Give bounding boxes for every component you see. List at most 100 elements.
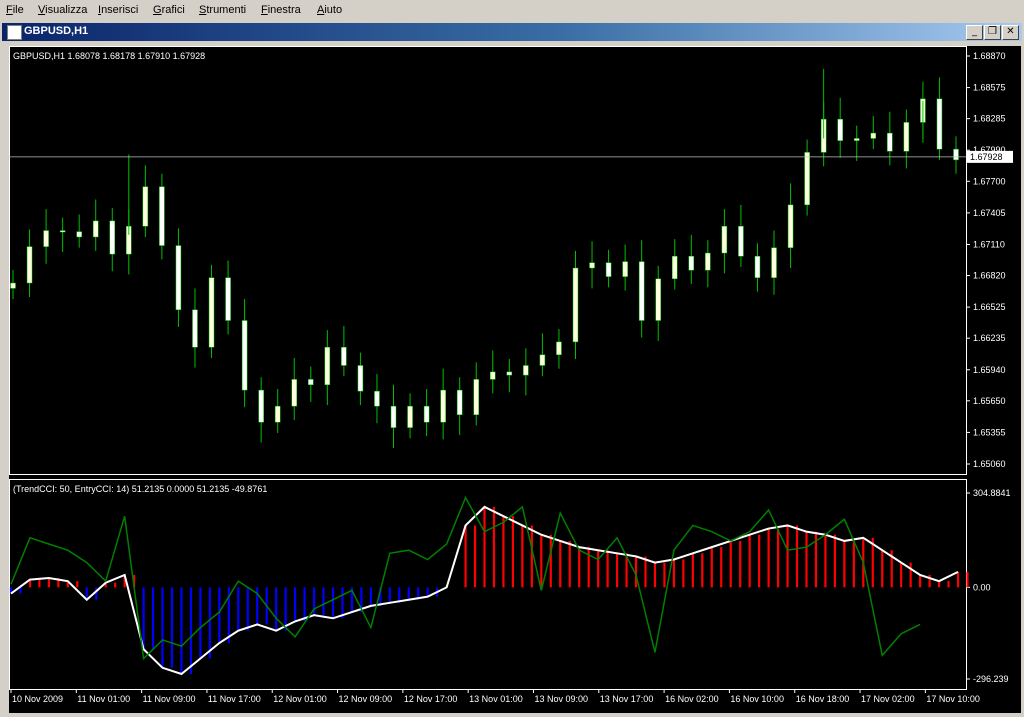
menu-label-rest: trumenti <box>206 4 247 16</box>
candle-body <box>936 98 943 150</box>
candle-body <box>688 256 695 271</box>
indicator-axis-label: -296.239 <box>973 674 1009 684</box>
menu-aiuto[interactable]: Aiuto <box>317 4 342 16</box>
candle-body <box>589 262 595 269</box>
candle-body <box>159 186 165 246</box>
candle-body <box>754 256 761 278</box>
candle-body <box>572 267 579 343</box>
candle-body <box>225 277 231 321</box>
time-axis-label: 12 Nov 17:00 <box>404 694 458 704</box>
menu-label-rest: isualizza <box>45 4 88 16</box>
candle-body <box>341 347 347 366</box>
price-axis-label: 1.66820 <box>973 271 1006 281</box>
menu-label-rest: ile <box>12 4 24 16</box>
candle-body <box>738 226 744 257</box>
candle-body <box>490 371 496 380</box>
candle-body <box>506 371 513 376</box>
candle-body <box>76 231 82 238</box>
candle-body <box>26 246 33 284</box>
candle-body <box>787 204 794 248</box>
bid-price-label: 1.67928 <box>970 152 1003 162</box>
menu-inserisci[interactable]: Inserisci <box>98 4 138 16</box>
price-axis-label: 1.66525 <box>973 302 1006 312</box>
chart-window-title: GBPUSD,H1 <box>24 25 89 37</box>
candle-body <box>10 282 16 289</box>
candle-body <box>622 261 628 277</box>
price-header: GBPUSD,H1 1.68078 1.68178 1.67910 1.6792… <box>13 51 205 61</box>
candle-body <box>440 389 446 423</box>
restore-button[interactable]: ❐ <box>984 25 1001 40</box>
candle-body <box>175 245 182 311</box>
candle-body <box>291 379 297 407</box>
time-axis-label: 11 Nov 17:00 <box>208 694 261 704</box>
time-axis-label: 16 Nov 02:00 <box>665 694 719 704</box>
time-axis-label: 10 Nov 2009 <box>12 694 63 704</box>
indicator-axis-label: 304.8841 <box>973 488 1011 498</box>
candle-body <box>837 118 843 141</box>
candle-body <box>423 405 430 423</box>
candle-body <box>473 379 479 415</box>
chart-area[interactable]: 1.68870 1.68575 1.68285 1.67990 1.67700 1.674… <box>9 46 1021 713</box>
menu-accelerator: G <box>153 4 162 16</box>
menu-label-rest: rafici <box>161 4 185 16</box>
candle-body <box>771 247 777 278</box>
candle-body <box>274 405 281 423</box>
candle-body <box>258 389 264 423</box>
candle-body <box>605 262 612 277</box>
time-axis-label: 16 Nov 10:00 <box>730 694 784 704</box>
price-axis-label: 1.68870 <box>973 51 1006 61</box>
time-axis-label: 11 Nov 01:00 <box>77 694 130 704</box>
menu-strumenti[interactable]: Strumenti <box>199 4 246 16</box>
main-panel-frame <box>9 46 967 475</box>
candle-body <box>887 132 893 152</box>
menu-bar: File Visualizza Inserisci Grafici Strumenti F… <box>0 0 1024 21</box>
candle-body <box>407 405 413 428</box>
chart-window-titlebar[interactable]: GBPUSD,H1 _ ❐ ✕ <box>2 23 1022 41</box>
candle-body <box>556 341 562 356</box>
minimize-button[interactable]: _ <box>966 25 983 40</box>
chart-svg[interactable]: 1.688701.685751.682851.679901.677001.674… <box>9 46 1021 713</box>
price-axis-label: 1.67405 <box>973 208 1006 218</box>
candle-body <box>804 152 810 206</box>
candle-body <box>43 230 49 247</box>
candle-body <box>374 390 380 407</box>
candle-body <box>308 379 314 386</box>
candle-body <box>59 230 66 233</box>
menu-file[interactable]: File <box>6 4 24 16</box>
time-axis-label: 17 Nov 10:00 <box>926 694 980 704</box>
price-axis-label: 1.65650 <box>973 396 1006 406</box>
menu-accelerator: F <box>6 4 13 16</box>
candle-body <box>638 261 645 321</box>
menu-grafici[interactable]: Grafici <box>153 4 185 16</box>
time-axis-label: 17 Nov 02:00 <box>861 694 915 704</box>
menu-label-rest: nserisci <box>101 4 139 16</box>
candle-body <box>324 347 331 386</box>
menu-label-rest: iuto <box>324 4 343 16</box>
candle-body <box>241 320 248 391</box>
candle-body <box>142 186 149 227</box>
candle-body <box>109 220 116 255</box>
candle-body <box>539 354 546 366</box>
candle-body <box>456 389 463 415</box>
price-axis-label: 1.65355 <box>973 427 1006 437</box>
candle-body <box>92 220 99 238</box>
menu-visualizza[interactable]: Visualizza <box>38 4 87 16</box>
menu-finestra[interactable]: Finestra <box>261 4 301 16</box>
time-axis-label: 11 Nov 09:00 <box>143 694 196 704</box>
close-button[interactable]: ✕ <box>1002 25 1019 40</box>
price-axis-label: 1.66235 <box>973 333 1006 343</box>
candle-body <box>672 256 678 279</box>
menu-accelerator: F <box>261 4 268 16</box>
time-axis-label: 16 Nov 18:00 <box>796 694 850 704</box>
indicator-axis-label: 0.00 <box>973 582 991 592</box>
candle-body <box>208 277 215 348</box>
candle-body <box>357 365 364 392</box>
candle-body <box>721 226 728 254</box>
price-axis-label: 1.65060 <box>973 459 1006 469</box>
candle-body <box>655 278 661 321</box>
candle-body <box>903 122 910 152</box>
candle-body <box>953 148 959 161</box>
price-axis-label: 1.67110 <box>973 239 1005 249</box>
candle-body <box>705 252 711 271</box>
candle-body <box>870 132 877 139</box>
